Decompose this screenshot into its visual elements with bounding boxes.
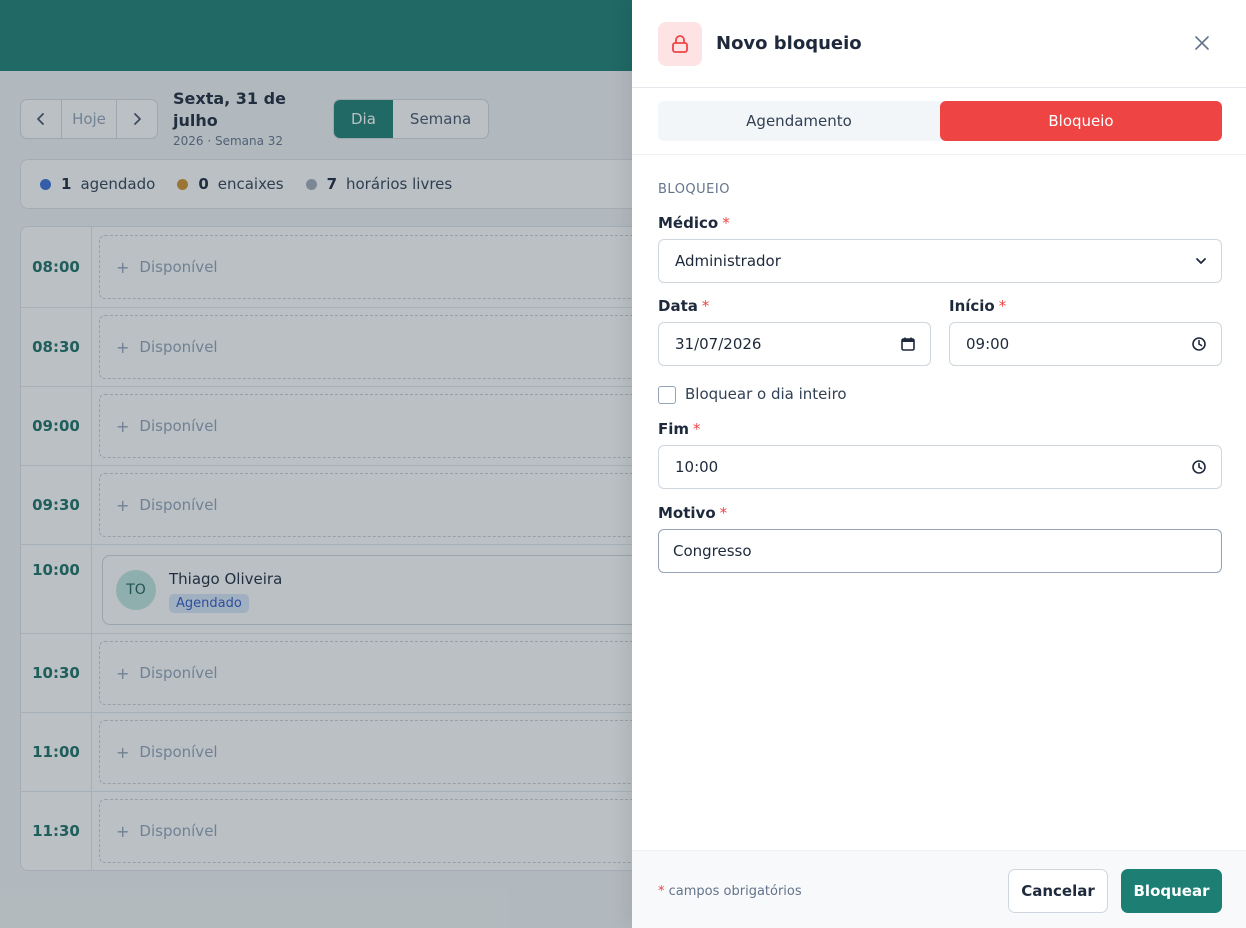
inicio-label: Início *: [949, 297, 1006, 315]
modal-backdrop[interactable]: [0, 0, 632, 928]
required-marker: *: [701, 297, 710, 315]
required-note-text: campos obrigatórios: [668, 884, 802, 899]
drawer-title: Novo bloqueio: [716, 33, 862, 54]
fim-label-text: Fim: [658, 420, 690, 438]
required-note: * campos obrigatórios: [658, 884, 802, 899]
required-marker: *: [693, 420, 701, 438]
date-input[interactable]: 31/07/2026: [658, 322, 931, 366]
all-day-checkbox[interactable]: [658, 386, 676, 404]
required-marker: *: [722, 214, 730, 232]
required-marker: *: [998, 297, 1007, 315]
chevron-down-icon: [1195, 255, 1207, 267]
reason-value: Congresso: [673, 542, 752, 560]
divider: [632, 154, 1246, 155]
data-label-text: Data: [658, 297, 698, 315]
end-time-input[interactable]: 10:00: [658, 445, 1222, 489]
calendar-icon[interactable]: [900, 336, 916, 352]
reason-input[interactable]: Congresso: [658, 529, 1222, 573]
new-block-drawer: Novo bloqueio Agendamento Bloqueio BLOQU…: [632, 0, 1246, 928]
start-time-value: 09:00: [966, 335, 1010, 353]
required-marker: *: [658, 884, 665, 899]
close-button[interactable]: [1192, 33, 1212, 53]
drawer-tabs: Agendamento Bloqueio: [658, 101, 1222, 141]
block-button[interactable]: Bloquear: [1121, 869, 1222, 913]
lock-icon: [658, 21, 702, 66]
all-day-label[interactable]: Bloquear o dia inteiro: [685, 385, 847, 403]
date-value: 31/07/2026: [675, 335, 762, 353]
medico-value: Administrador: [675, 252, 781, 270]
required-marker: *: [719, 504, 728, 522]
tab-bloqueio[interactable]: Bloqueio: [940, 101, 1222, 141]
start-time-input[interactable]: 09:00: [949, 322, 1222, 366]
drawer-header: Novo bloqueio: [632, 0, 1246, 88]
data-label: Data *: [658, 297, 709, 315]
medico-label-text: Médico: [658, 214, 719, 232]
close-icon: [1195, 36, 1209, 50]
motivo-label-text: Motivo: [658, 504, 716, 522]
end-time-value: 10:00: [675, 458, 719, 476]
inicio-label-text: Início: [949, 297, 995, 315]
medico-select[interactable]: Administrador: [658, 239, 1222, 283]
clock-icon[interactable]: [1191, 459, 1207, 475]
medico-label: Médico *: [658, 214, 730, 232]
drawer-footer: * campos obrigatórios Cancelar Bloquear: [632, 850, 1246, 928]
section-title: BLOQUEIO: [658, 182, 730, 197]
clock-icon[interactable]: [1191, 336, 1207, 352]
fim-label: Fim *: [658, 420, 701, 438]
cancel-button[interactable]: Cancelar: [1008, 869, 1108, 913]
tab-agendamento[interactable]: Agendamento: [658, 101, 940, 141]
motivo-label: Motivo *: [658, 504, 727, 522]
